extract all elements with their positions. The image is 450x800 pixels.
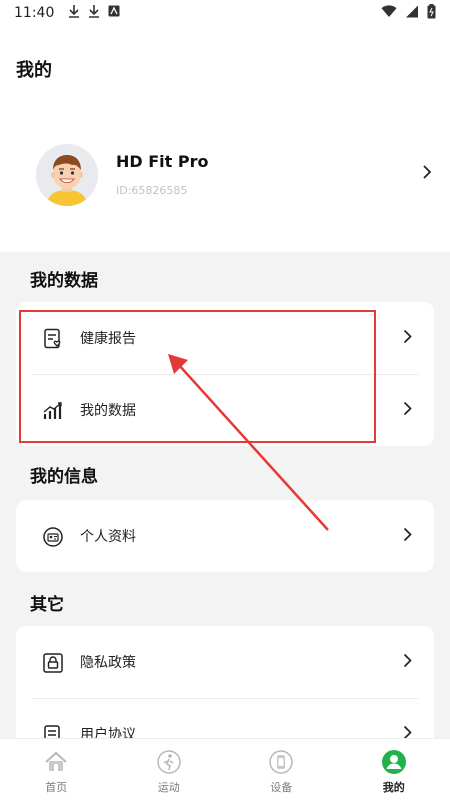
tab-device[interactable]: 设备 [225, 739, 338, 800]
tab-label: 首页 [45, 781, 68, 794]
tab-label: 运动 [157, 781, 180, 794]
annotation-arrow [168, 354, 329, 531]
tab-label: 设备 [270, 781, 293, 794]
tab-mine[interactable]: 我的 [338, 739, 450, 800]
bottom-tab-bar: 首页 运动 设备 我的 [0, 738, 450, 800]
running-icon [156, 749, 182, 775]
home-icon [43, 749, 69, 775]
user-icon [381, 749, 407, 775]
watch-icon [268, 749, 294, 775]
tab-sport[interactable]: 运动 [113, 739, 226, 800]
tab-label: 我的 [382, 781, 405, 794]
tab-home[interactable]: 首页 [0, 739, 113, 800]
